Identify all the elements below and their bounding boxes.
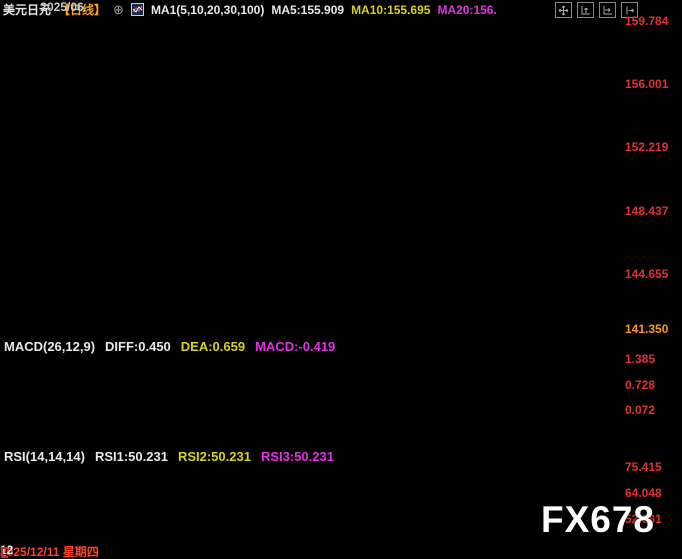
ma5-value: MA5:155.909 — [271, 3, 344, 17]
last-date-label: 2025/12/11 星期四 — [0, 543, 99, 559]
price-axis-label: 144.655 — [625, 267, 668, 281]
price-axis-label: 159.784 — [625, 14, 668, 28]
macd-axis-label: 0.072 — [625, 403, 655, 417]
history-edge-marker — [1, 547, 8, 558]
macd-name: MACD(26,12,9) — [4, 339, 95, 354]
pan-icon[interactable] — [555, 2, 572, 18]
rsi1-value: RSI1:50.231 — [95, 449, 168, 464]
price-chart-canvas[interactable] — [0, 0, 682, 559]
mini-chart-icon — [131, 3, 144, 16]
macd-axis-label: 1.385 — [625, 352, 655, 366]
ma20-value: MA20:156. — [437, 3, 496, 17]
rsi2-value: RSI2:50.231 — [178, 449, 251, 464]
add-indicator-icon[interactable]: ⊕ — [113, 2, 124, 18]
chart-window: 美元日元 【日线】 ⊕ MA1(5,10,20,30,100) MA5:155.… — [0, 0, 682, 559]
rsi-axis-label: 75.415 — [625, 460, 662, 474]
scroll-right-icon[interactable] — [599, 2, 616, 18]
price-axis-label: 148.437 — [625, 204, 668, 218]
rsi-name: RSI(14,14,14) — [4, 449, 85, 464]
macd-axis-label: 0.728 — [625, 378, 655, 392]
macd-header: MACD(26,12,9) DIFF:0.450 DEA:0.659 MACD:… — [4, 339, 335, 354]
ma10-value: MA10:155.695 — [351, 3, 430, 17]
rsi-header: RSI(14,14,14) RSI1:50.231 RSI2:50.231 RS… — [4, 449, 334, 464]
price-axis-label: 152.219 — [625, 140, 668, 154]
rsi-axis-label: 64.048 — [625, 486, 662, 500]
price-axis-label: 156.001 — [625, 77, 668, 91]
price-axis-min-label: 141.350 — [625, 322, 668, 336]
zoom-axis-icon[interactable] — [577, 2, 594, 18]
macd-dea-value: DEA:0.659 — [181, 339, 245, 354]
fx678-watermark: FX678 — [541, 499, 655, 541]
ma-settings-label: MA1(5,10,20,30,100) — [151, 3, 264, 17]
macd-value: MACD:-0.419 — [255, 339, 335, 354]
month-label: 2025/06 — [40, 0, 83, 14]
rsi3-value: RSI3:50.231 — [261, 449, 334, 464]
macd-diff-value: DIFF:0.450 — [105, 339, 171, 354]
